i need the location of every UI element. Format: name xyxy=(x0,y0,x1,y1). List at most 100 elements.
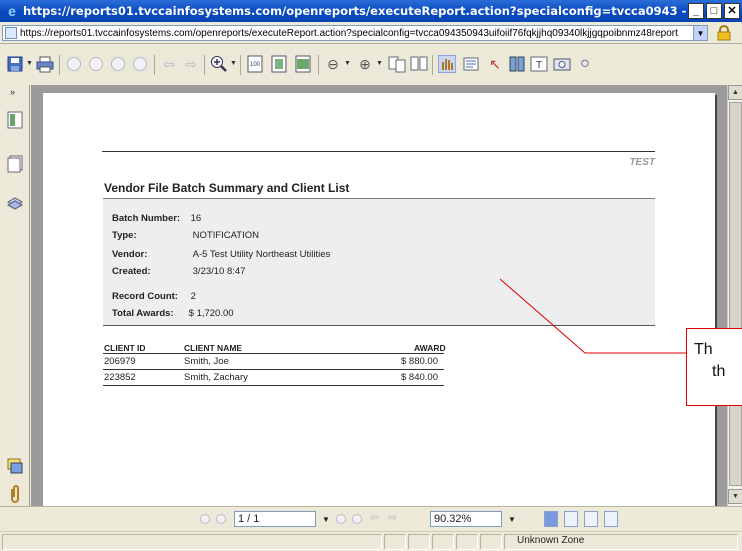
zoom-level-field[interactable]: 90.32% xyxy=(430,511,502,527)
security-zone-label: Unknown Zone xyxy=(517,535,585,546)
zoom-plus-icon[interactable]: ⊕ xyxy=(356,55,374,73)
type-label: Type: xyxy=(112,230,137,241)
nav-first-page-icon[interactable] xyxy=(200,514,210,524)
clients-header-rule xyxy=(103,353,444,354)
toolbar-separator xyxy=(59,55,60,75)
scroll-thumb[interactable] xyxy=(729,102,742,486)
first-page-icon[interactable] xyxy=(65,55,83,73)
nav-forward-icon[interactable]: ⇨ xyxy=(388,511,397,524)
client-id-cell: 223852 xyxy=(104,372,136,383)
save-dropdown-icon[interactable]: ▼ xyxy=(26,60,33,67)
pages-panel-icon[interactable] xyxy=(7,155,23,173)
page-number-field[interactable]: 1 / 1 xyxy=(234,511,316,527)
single-page-view-icon[interactable] xyxy=(544,511,558,527)
page-navigation-bar: 1 / 1 ▼ ⇦ ⇨ 90.32% ▼ xyxy=(0,506,742,531)
layers-panel-icon[interactable] xyxy=(7,193,23,211)
test-watermark-label: TEST xyxy=(629,157,655,168)
minimize-button[interactable]: _ xyxy=(688,3,704,19)
page-dropdown-icon[interactable]: ▼ xyxy=(322,515,330,524)
back-arrow-icon[interactable]: ⇦ xyxy=(160,55,178,73)
svg-text:T: T xyxy=(536,60,542,71)
maximize-button[interactable]: □ xyxy=(706,3,722,19)
address-dropdown-button[interactable]: ▼ xyxy=(693,26,707,40)
nav-back-icon[interactable]: ⇦ xyxy=(370,511,379,524)
fit-width-icon[interactable] xyxy=(294,55,312,73)
report-header-rule xyxy=(102,151,655,152)
zoom-out-icon[interactable]: ⊖ xyxy=(324,55,342,73)
scroll-up-button[interactable]: ▲ xyxy=(728,85,742,100)
previous-page-icon[interactable] xyxy=(87,55,105,73)
circle-tool-icon[interactable]: ○ xyxy=(576,55,594,73)
record-count-row: Record Count: 2 xyxy=(112,291,196,302)
nav-previous-page-icon[interactable] xyxy=(216,514,226,524)
zoom-out-dropdown-icon[interactable]: ▼ xyxy=(344,60,351,67)
bookmarks-panel-icon[interactable] xyxy=(7,111,23,129)
last-page-icon[interactable] xyxy=(131,55,149,73)
client-name-column-header: CLIENT NAME xyxy=(184,343,243,353)
total-awards-value: $ 1,720.00 xyxy=(188,308,234,319)
created-row: Created: 3/23/10 8:47 xyxy=(112,266,245,277)
report-page: TEST Vendor File Batch Summary and Clien… xyxy=(43,93,715,506)
toolbar-separator xyxy=(204,55,205,75)
snapshot-icon[interactable] xyxy=(553,55,571,73)
continuous-view-icon[interactable] xyxy=(564,511,578,527)
pdf-toolbar: ▼ ⇦ ⇨ ▼ 100 ⊖ ▼ ⊕ ▼ ↖ T ○ xyxy=(0,45,742,85)
zoom-level-dropdown-icon[interactable]: ▼ xyxy=(508,515,516,524)
toolbar-separator xyxy=(318,55,319,75)
continuous-facing-view-icon[interactable] xyxy=(604,511,618,527)
close-button[interactable]: ✕ xyxy=(724,3,740,19)
two-page-icon[interactable] xyxy=(410,55,428,73)
attachments-panel-icon[interactable] xyxy=(7,485,23,503)
client-name-cell: Smith, Joe xyxy=(184,356,229,367)
record-count-value: 2 xyxy=(190,291,196,302)
address-bar: https://reports01.tvccainfosystems.com/o… xyxy=(0,22,742,44)
total-awards-row: Total Awards: $ 1,720.00 xyxy=(112,308,234,319)
zoom-in-icon[interactable] xyxy=(210,55,228,73)
save-icon[interactable] xyxy=(6,55,24,73)
comments-panel-icon[interactable] xyxy=(7,457,23,475)
window-title: https://reports01.tvccainfosystems.com/o… xyxy=(23,4,688,18)
scroll-down-button[interactable]: ▼ xyxy=(728,489,742,504)
created-label: Created: xyxy=(112,266,151,277)
zoom-plus-dropdown-icon[interactable]: ▼ xyxy=(376,60,383,67)
rotate-view-icon[interactable] xyxy=(388,55,406,73)
document-viewport[interactable]: TEST Vendor File Batch Summary and Clien… xyxy=(31,85,727,506)
lock-icon[interactable] xyxy=(716,25,732,41)
bookmark-tool-icon[interactable] xyxy=(508,55,526,73)
toolbar-separator xyxy=(432,55,433,75)
client-name-cell: Smith, Zachary xyxy=(184,372,248,383)
zoom-dropdown-icon[interactable]: ▼ xyxy=(230,60,237,67)
total-awards-label: Total Awards: xyxy=(112,308,174,319)
status-cell xyxy=(384,534,406,550)
toolbar-separator xyxy=(154,55,155,75)
left-navigation-panel: » xyxy=(0,85,30,506)
svg-text:100: 100 xyxy=(250,62,261,68)
vertical-scrollbar[interactable]: ▲ ▼ xyxy=(727,85,742,506)
fit-page-icon[interactable] xyxy=(270,55,288,73)
pointer-icon[interactable]: ↖ xyxy=(486,55,504,73)
window-title-bar: e https://reports01.tvccainfosystems.com… xyxy=(0,0,742,22)
actual-size-icon[interactable]: 100 xyxy=(246,55,264,73)
address-field[interactable]: https://reports01.tvccainfosystems.com/o… xyxy=(2,25,708,41)
select-text-icon[interactable] xyxy=(462,55,480,73)
client-id-column-header: CLIENT ID xyxy=(104,343,146,353)
callout-line-2: th xyxy=(712,363,726,380)
batch-number-value: 16 xyxy=(190,213,202,224)
callout-line-1: Th xyxy=(694,341,713,358)
nav-last-page-icon[interactable] xyxy=(352,514,362,524)
hand-tool-icon[interactable] xyxy=(438,55,456,73)
type-row: Type: NOTIFICATION xyxy=(112,230,259,241)
text-tool-icon[interactable]: T xyxy=(530,55,548,73)
next-page-icon[interactable] xyxy=(109,55,127,73)
address-url[interactable]: https://reports01.tvccainfosystems.com/o… xyxy=(20,28,693,39)
report-title: Vendor File Batch Summary and Client Lis… xyxy=(104,181,350,195)
status-cell xyxy=(480,534,502,550)
panel-expand-icon[interactable]: » xyxy=(10,87,15,97)
facing-view-icon[interactable] xyxy=(584,511,598,527)
nav-next-page-icon[interactable] xyxy=(336,514,346,524)
internet-explorer-icon: e xyxy=(8,3,16,19)
status-text-cell xyxy=(2,534,382,550)
vendor-row: Vendor: A-5 Test Utility Northeast Utili… xyxy=(112,249,330,260)
print-icon[interactable] xyxy=(36,55,54,73)
forward-arrow-icon[interactable]: ⇨ xyxy=(182,55,200,73)
